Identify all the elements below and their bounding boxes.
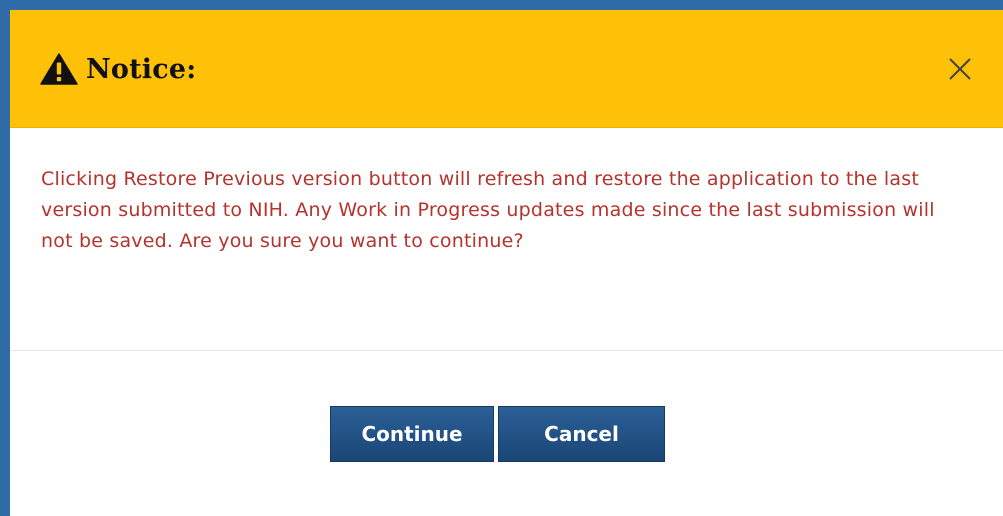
warning-icon xyxy=(40,53,78,85)
dialog-title: Notice: xyxy=(86,53,197,85)
cancel-button[interactable]: Cancel xyxy=(498,406,665,462)
dialog-title-group: Notice: xyxy=(40,53,196,85)
close-icon xyxy=(949,58,971,80)
dialog-footer: Continue Cancel xyxy=(10,351,1003,515)
close-button[interactable] xyxy=(945,54,975,84)
notice-dialog: Notice: Clicking Restore Previous versio… xyxy=(10,10,1003,516)
continue-button[interactable]: Continue xyxy=(330,406,494,462)
dialog-body: Clicking Restore Previous version button… xyxy=(10,128,1003,351)
dialog-header: Notice: xyxy=(10,10,1003,128)
dialog-message: Clicking Restore Previous version button… xyxy=(41,168,935,252)
